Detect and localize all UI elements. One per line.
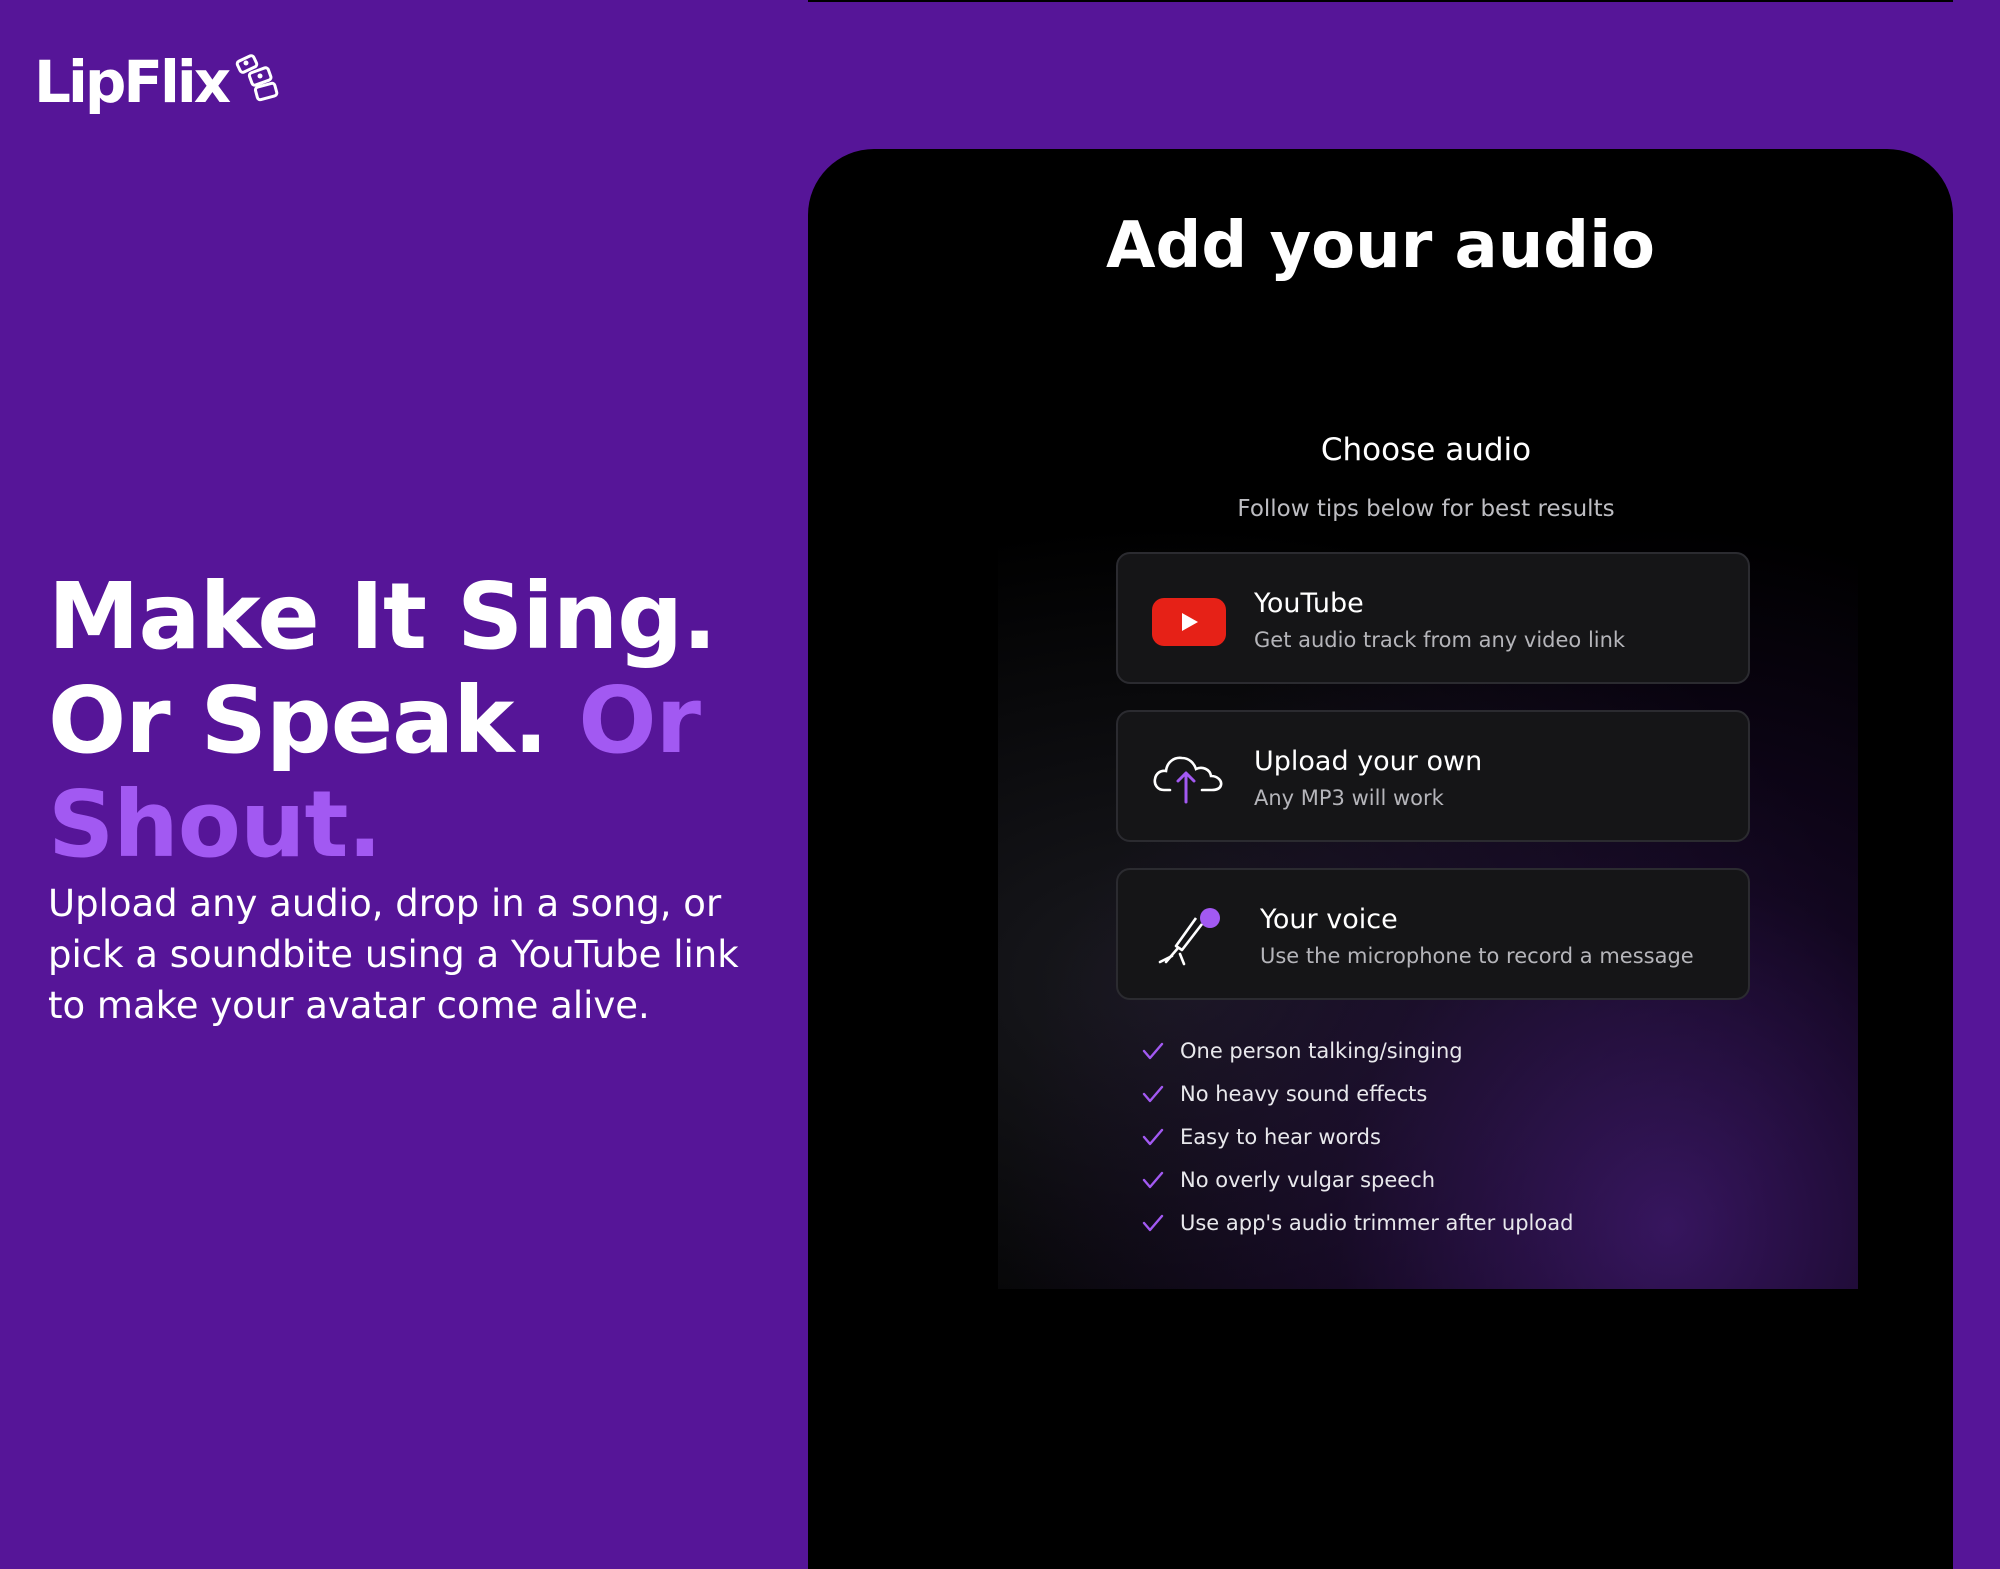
check-icon — [1142, 1171, 1164, 1188]
check-icon — [1142, 1128, 1164, 1145]
tip-text: Easy to hear words — [1180, 1124, 1381, 1149]
tip-item: No overly vulgar speech — [1140, 1158, 1573, 1201]
logo-icon — [235, 54, 279, 102]
tip-text: Use app's audio trimmer after upload — [1180, 1210, 1574, 1235]
tips-list: One person talking/singing No heavy soun… — [1140, 1029, 1573, 1244]
tip-item: One person talking/singing — [1140, 1029, 1573, 1072]
hero-headline: Make It Sing. Or Speak. Or Shout. — [48, 565, 768, 877]
upload-option-title: Upload your own — [1254, 746, 1483, 777]
youtube-option-card[interactable]: YouTube Get audio track from any video l… — [1116, 552, 1750, 684]
voice-option-card[interactable]: Your voice Use the microphone to record … — [1116, 868, 1750, 1000]
logo-text: LipFlix — [34, 48, 231, 116]
youtube-option-description: Get audio track from any video link — [1254, 628, 1626, 652]
voice-option-description: Use the microphone to record a message — [1260, 944, 1694, 968]
voice-option-title: Your voice — [1260, 904, 1398, 935]
tip-item: Easy to hear words — [1140, 1115, 1573, 1158]
audio-panel: Add your audio Choose audio Follow tips … — [808, 149, 1953, 1569]
cloud-upload-icon — [1153, 756, 1223, 804]
logo: LipFlix — [34, 48, 284, 116]
tips-subheading: Follow tips below for best results — [1237, 496, 1615, 522]
panel-top-edge — [808, 0, 1953, 2]
tip-text: No overly vulgar speech — [1180, 1167, 1436, 1192]
check-icon — [1142, 1042, 1164, 1059]
panel-title: Add your audio — [1106, 209, 1655, 283]
youtube-icon — [1152, 598, 1226, 646]
choose-audio-heading: Choose audio — [1320, 432, 1532, 468]
upload-option-card[interactable]: Upload your own Any MP3 will work — [1116, 710, 1750, 842]
tip-item: No heavy sound effects — [1140, 1072, 1573, 1115]
microphone-icon — [1158, 908, 1220, 966]
check-icon — [1142, 1214, 1164, 1231]
upload-option-description: Any MP3 will work — [1254, 786, 1444, 810]
tip-text: No heavy sound effects — [1180, 1081, 1428, 1106]
tip-text: One person talking/singing — [1180, 1038, 1463, 1063]
tip-item: Use app's audio trimmer after upload — [1140, 1201, 1573, 1244]
youtube-option-title: YouTube — [1254, 588, 1364, 619]
check-icon — [1142, 1085, 1164, 1102]
hero-subtext: Upload any audio, drop in a song, or pic… — [48, 882, 739, 1027]
